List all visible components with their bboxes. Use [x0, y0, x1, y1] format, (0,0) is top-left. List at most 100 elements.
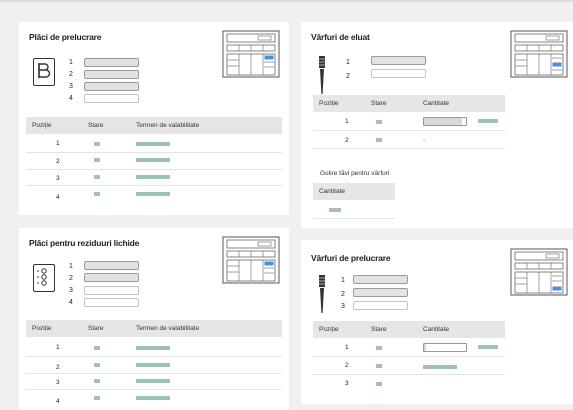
- slot-number: 2: [341, 291, 345, 298]
- empty-trays-label: Golire tăvi pentru vârfuri: [320, 170, 390, 177]
- table-header: Poziție Stare Cantitate: [313, 95, 505, 112]
- status-indicator: [94, 346, 100, 350]
- quantity-gauge-fill: [424, 344, 427, 351]
- column-quantity: Cantitate: [423, 100, 450, 107]
- slot-number: 1: [346, 59, 350, 66]
- column-status: Stare: [88, 325, 104, 332]
- status-indicator: [376, 138, 382, 142]
- column-status: Stare: [371, 100, 387, 107]
- row-position: 1: [345, 118, 349, 125]
- slot-number: 3: [69, 287, 73, 294]
- liquid-waste-plates-title: Plăci pentru reziduuri lichide: [29, 238, 140, 248]
- row-position: 2: [56, 364, 60, 371]
- quantity-gauge: [423, 117, 467, 126]
- row-position: 3: [345, 380, 349, 387]
- status-indicator: [94, 396, 100, 400]
- status-indicator: [376, 364, 382, 368]
- status-indicator: [94, 363, 100, 367]
- status-indicator: [376, 120, 382, 124]
- waste-plate-icon: [33, 264, 55, 292]
- column-position: Poziție: [319, 100, 339, 107]
- status-indicator: [376, 382, 382, 386]
- slot-number: 1: [341, 277, 345, 284]
- expiry-bar: [136, 396, 170, 400]
- eluate-tips-panel: Vârfuri de eluat 1 2 Poziție Stare Canti…: [301, 22, 573, 228]
- row-position: 2: [345, 137, 349, 144]
- column-expiry: Termen de valabilitate: [136, 325, 200, 332]
- row-position: 1: [345, 344, 349, 351]
- row-divider: [26, 389, 282, 390]
- plate-slot-2[interactable]: [84, 273, 139, 282]
- expiry-bar: [136, 192, 170, 196]
- tip-slot-2[interactable]: [371, 69, 426, 78]
- slot-number: 3: [341, 303, 345, 310]
- plate-slot-1[interactable]: [84, 261, 139, 270]
- expiry-bar: [136, 346, 170, 350]
- table-header: Poziție Stare Cantitate: [313, 321, 505, 338]
- table-header: Poziție Stare Termen de valabilitate: [26, 117, 282, 134]
- status-indicator: [94, 158, 100, 162]
- status-indicator: [94, 192, 100, 196]
- expiry-bar: [136, 175, 170, 179]
- column-position: Poziție: [32, 325, 52, 332]
- plate-slot-4[interactable]: [84, 94, 139, 103]
- expiry-bar: [136, 379, 170, 383]
- status-indicator: [94, 379, 100, 383]
- processing-tips-panel: Vârfuri de prelucrare 1 2 3 Poziție Star…: [301, 240, 573, 404]
- status-indicator: [94, 175, 100, 179]
- status-indicator: [94, 142, 100, 146]
- empty-trays-indicator: [329, 208, 341, 212]
- top-divider: [0, 0, 573, 2]
- processing-tips-title: Vârfuri de prelucrare: [311, 253, 391, 263]
- tip-slot-1[interactable]: [353, 275, 408, 284]
- eluate-tips-title: Vârfuri de eluat: [311, 32, 370, 42]
- plate-slot-4[interactable]: [84, 298, 139, 307]
- row-divider: [313, 356, 505, 357]
- rack-location-icon: [510, 248, 568, 296]
- plate-slot-3[interactable]: [84, 82, 139, 91]
- column-position: Poziție: [32, 122, 52, 129]
- slot-number: 1: [69, 263, 73, 270]
- row-position: 1: [56, 140, 60, 147]
- liquid-waste-plates-panel: Plăci pentru reziduuri lichide 1 2 3 4 P…: [19, 228, 289, 410]
- tip-slot-2[interactable]: [353, 288, 408, 297]
- row-position: 1: [56, 344, 60, 351]
- row-divider: [313, 218, 395, 219]
- tip-slot-1[interactable]: [371, 56, 426, 65]
- row-divider: [26, 152, 282, 153]
- slot-number: 2: [69, 71, 73, 78]
- rack-location-icon: [510, 30, 568, 78]
- column-quantity: Cantitate: [423, 326, 450, 333]
- pipette-tip-icon: [319, 56, 325, 94]
- processing-plates-title: Plăci de prelucrare: [29, 32, 102, 42]
- plate-slot-3[interactable]: [84, 286, 139, 295]
- row-divider: [26, 169, 282, 170]
- tip-slot-3[interactable]: [353, 301, 408, 310]
- table-header: Poziție Stare Termen de valabilitate: [26, 320, 282, 337]
- slot-number: 1: [69, 59, 73, 66]
- slot-number: 3: [69, 83, 73, 90]
- quantity-gauge-fill: [424, 118, 462, 125]
- column-status: Stare: [371, 326, 387, 333]
- expiry-bar: [136, 142, 170, 146]
- row-position: 3: [56, 379, 60, 386]
- column-expiry: Termen de valabilitate: [136, 122, 200, 129]
- slot-number: 4: [69, 299, 73, 306]
- plate-slot-2[interactable]: [84, 70, 139, 79]
- row-position: 2: [56, 158, 60, 165]
- row-position: 2: [345, 362, 349, 369]
- rack-location-icon: [222, 30, 280, 78]
- row-divider: [313, 130, 505, 131]
- column-status: Stare: [88, 122, 104, 129]
- plate-slot-1[interactable]: [84, 58, 139, 67]
- quantity-value: -: [423, 137, 426, 144]
- row-position: 4: [56, 194, 60, 201]
- quantity-bar: [478, 119, 498, 123]
- processing-plates-panel: Plăci de prelucrare 1 2 3 4 Poziție Star…: [19, 22, 289, 215]
- quantity-bar: [478, 345, 498, 349]
- row-divider: [26, 373, 282, 374]
- rack-location-icon: [222, 236, 280, 284]
- row-position: 3: [56, 175, 60, 182]
- row-divider: [313, 374, 505, 375]
- empty-trays-header: Cantitate: [313, 183, 395, 200]
